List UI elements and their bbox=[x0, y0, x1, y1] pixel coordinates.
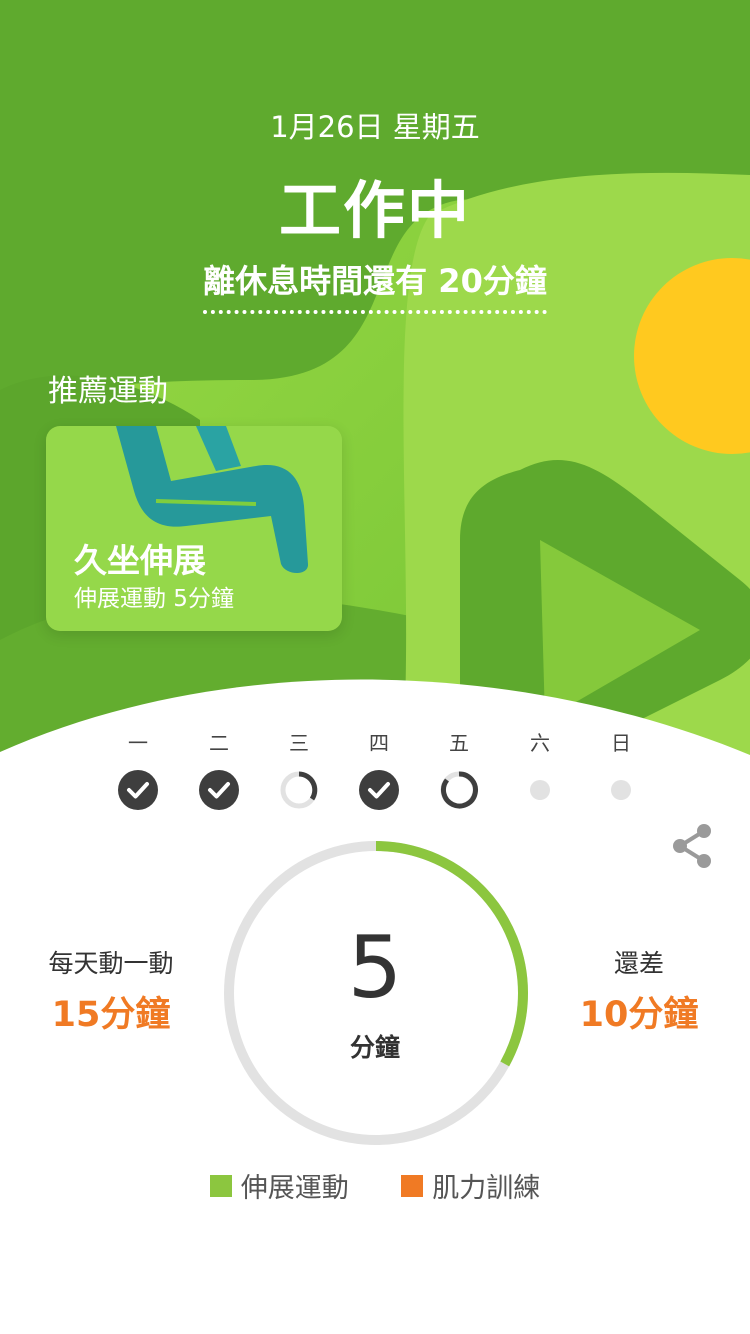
break-countdown-text: 離休息時間還有 20分鐘 bbox=[203, 256, 547, 314]
day-wed[interactable]: 三 bbox=[269, 730, 329, 810]
day-label: 一 bbox=[128, 731, 148, 755]
legend: 伸展運動 肌力訓練 bbox=[0, 1166, 750, 1205]
empty-dot-icon bbox=[601, 770, 641, 810]
work-status-title: 工作中 bbox=[278, 174, 471, 247]
remaining-label: 還差 bbox=[613, 949, 664, 978]
day-label: 六 bbox=[530, 731, 550, 755]
goal-label: 每天動一動 bbox=[48, 949, 174, 978]
recommend-exercise-card[interactable]: 久坐伸展 伸展運動 5分鐘 bbox=[46, 426, 342, 631]
exercise-desc: 伸展運動 5分鐘 bbox=[74, 586, 234, 612]
day-label: 四 bbox=[369, 731, 389, 755]
day-label: 日 bbox=[611, 731, 631, 755]
break-countdown[interactable]: 離休息時間還有 20分鐘 bbox=[0, 256, 750, 314]
partial-progress-icon bbox=[279, 770, 319, 810]
share-icon bbox=[673, 824, 711, 868]
check-icon bbox=[199, 770, 239, 810]
day-label: 三 bbox=[289, 731, 309, 755]
legend-label: 肌力訓練 bbox=[432, 1173, 541, 1204]
legend-item-strength: 肌力訓練 bbox=[401, 1166, 540, 1205]
legend-label: 伸展運動 bbox=[240, 1173, 349, 1204]
legend-item-stretch: 伸展運動 bbox=[209, 1166, 349, 1205]
check-icon bbox=[359, 770, 399, 810]
check-icon bbox=[118, 770, 158, 810]
exercise-name: 久坐伸展 bbox=[74, 541, 206, 580]
share-button[interactable] bbox=[670, 822, 714, 870]
legend-swatch bbox=[209, 1174, 232, 1197]
day-thu[interactable]: 四 bbox=[349, 730, 409, 810]
empty-dot-icon bbox=[520, 770, 560, 810]
day-label: 五 bbox=[449, 731, 469, 755]
hero-banner: 1月26日 星期五 工作中 離休息時間還有 20分鐘 推薦運動 久坐伸展 伸展運… bbox=[0, 0, 750, 780]
today-progress-icon bbox=[439, 770, 479, 810]
day-sun[interactable]: 日 bbox=[591, 730, 651, 810]
day-tue[interactable]: 二 bbox=[189, 730, 249, 810]
legend-swatch bbox=[401, 1174, 424, 1197]
day-label: 二 bbox=[209, 731, 229, 755]
day-mon[interactable]: 一 bbox=[108, 730, 168, 810]
recommend-section-title: 推薦運動 bbox=[48, 374, 168, 409]
weekly-tracker: 一 二 三 四 五 六 日 bbox=[0, 730, 750, 820]
goal-value: 15分鐘 bbox=[51, 995, 171, 1035]
day-fri[interactable]: 五 bbox=[429, 730, 489, 810]
day-sat[interactable]: 六 bbox=[510, 730, 570, 810]
remaining-value: 10分鐘 bbox=[579, 995, 699, 1035]
date-label: 1月26日 星期五 bbox=[270, 110, 480, 144]
